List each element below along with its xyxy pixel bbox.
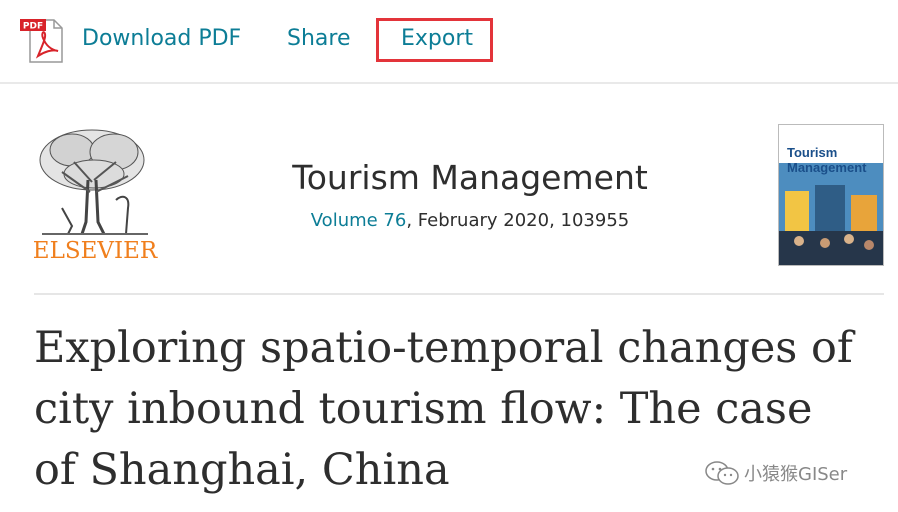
journal-title[interactable]: Tourism Management bbox=[220, 158, 720, 197]
volume-link[interactable]: Volume 76 bbox=[311, 210, 407, 231]
cover-title: Tourism Management bbox=[787, 145, 867, 175]
elsevier-logo[interactable]: ELSEVIER bbox=[32, 122, 158, 266]
wechat-icon bbox=[705, 461, 739, 485]
pdf-badge-text: PDF bbox=[23, 22, 43, 32]
journal-cover-image[interactable]: Tourism Management bbox=[778, 124, 884, 266]
issue-info: , February 2020, 103955 bbox=[406, 210, 630, 231]
article-toolbar: PDF Download PDF Share Export bbox=[0, 0, 898, 84]
download-pdf-link[interactable]: Download PDF bbox=[82, 26, 241, 51]
journal-meta: Volume 76, February 2020, 103955 bbox=[220, 210, 720, 231]
export-link[interactable]: Export bbox=[401, 26, 473, 51]
share-link[interactable]: Share bbox=[287, 26, 351, 51]
pdf-icon[interactable]: PDF bbox=[20, 16, 68, 64]
watermark-text: 小猿猴GISer bbox=[744, 464, 848, 485]
header-divider bbox=[34, 293, 884, 295]
cover-photo bbox=[779, 181, 883, 265]
elsevier-wordmark: ELSEVIER bbox=[33, 238, 158, 264]
